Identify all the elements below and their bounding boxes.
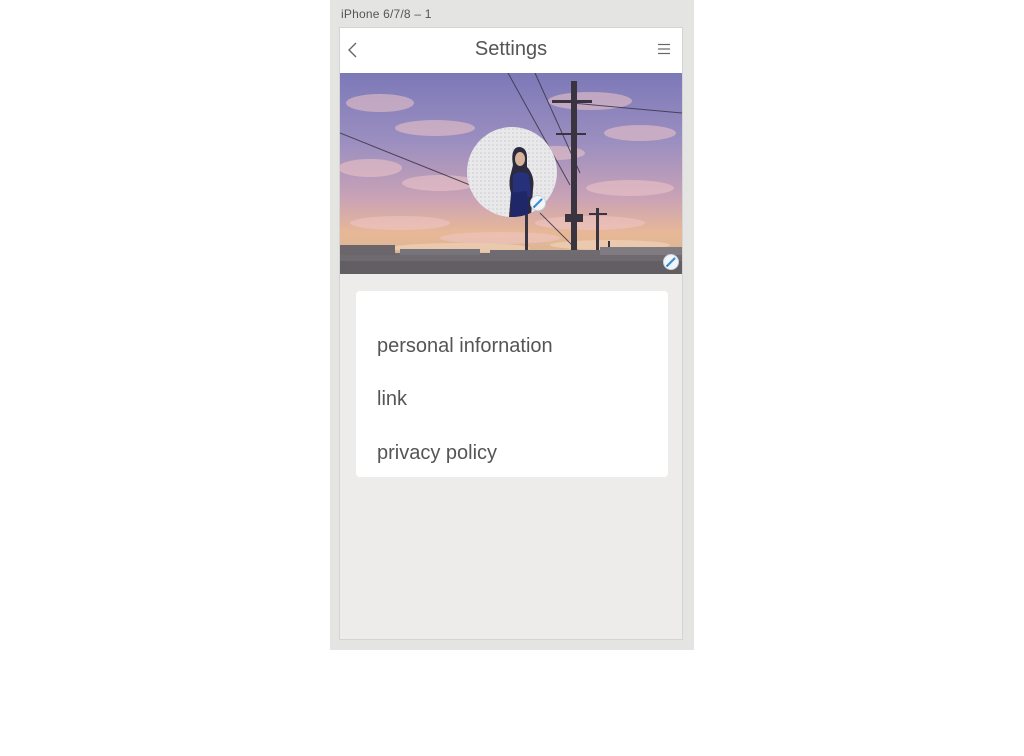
menu-item-link[interactable]: link — [377, 388, 407, 411]
edit-cover-pencil-icon[interactable] — [663, 254, 679, 270]
artboard-frame: iPhone 6/7/8 – 1 Settings personal infor… — [330, 0, 694, 650]
menu-item-privacy-policy[interactable]: privacy policy — [377, 442, 497, 465]
hamburger-menu-icon[interactable] — [656, 41, 672, 57]
settings-menu-card: personal infornation link privacy policy — [356, 291, 668, 477]
artboard-label: iPhone 6/7/8 – 1 — [341, 7, 432, 21]
phone-screen: Settings personal infornation link priva… — [339, 27, 683, 640]
menu-item-personal-information[interactable]: personal infornation — [377, 335, 553, 358]
cover-photo[interactable] — [340, 73, 682, 274]
page-title: Settings — [474, 38, 548, 60]
nav-bar: Settings — [340, 28, 682, 73]
edit-avatar-pencil-icon[interactable] — [530, 195, 546, 211]
